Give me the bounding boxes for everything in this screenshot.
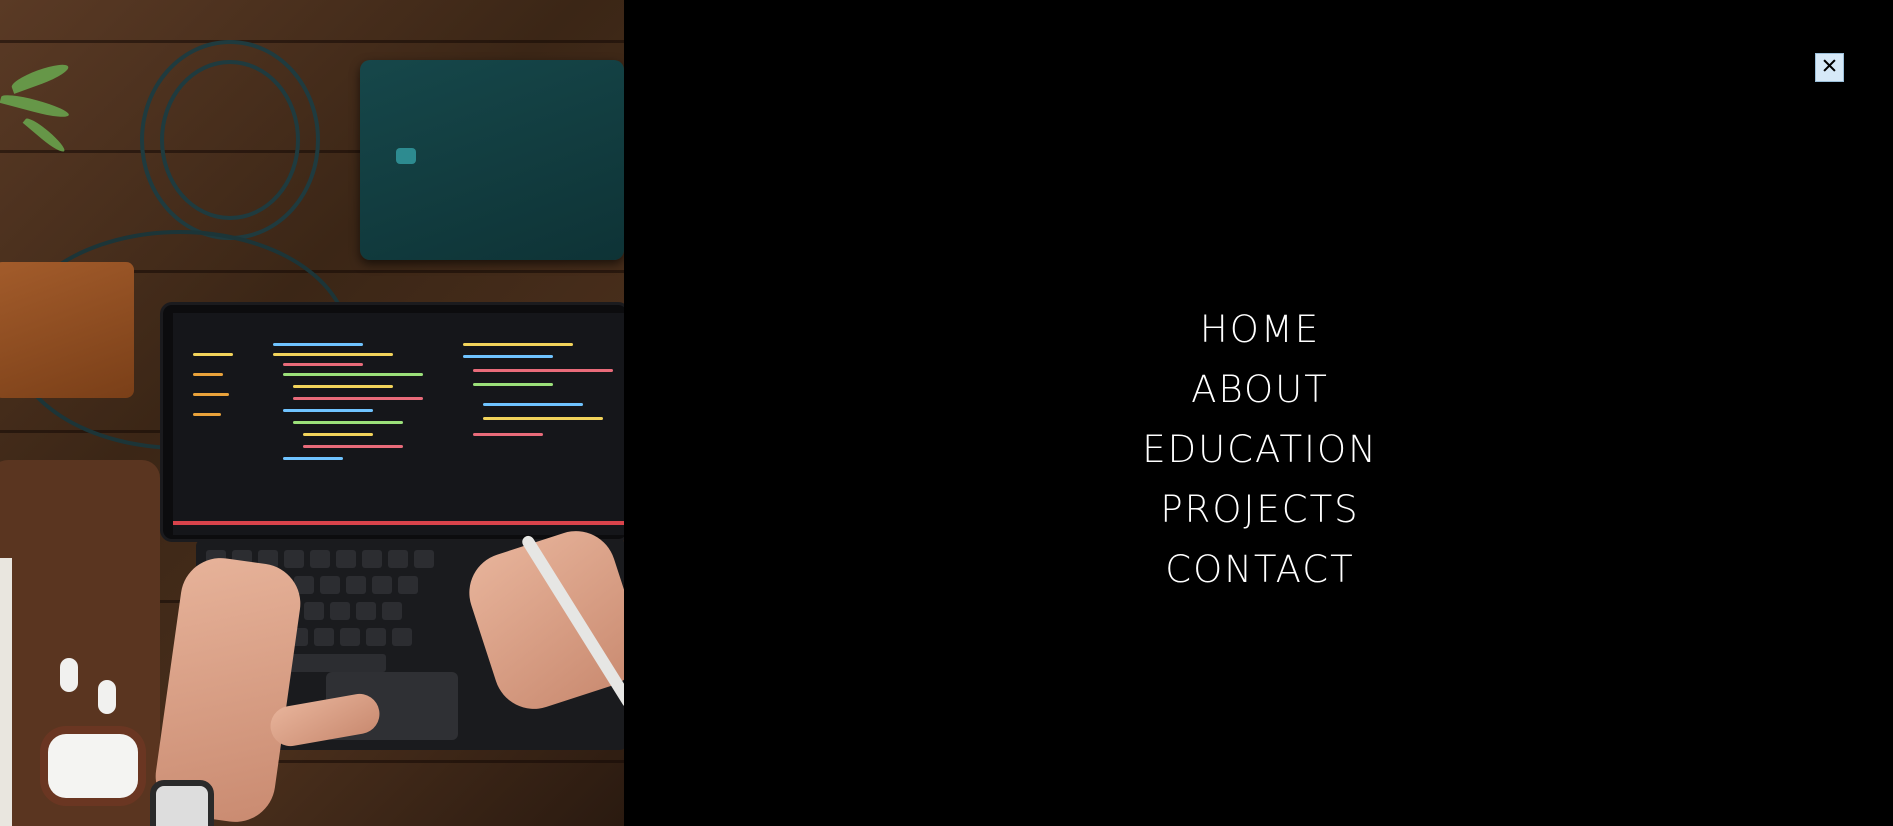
nav-item-projects[interactable]: PROJECTS — [1160, 480, 1359, 540]
main-navigation: HOME ABOUT EDUCATION PROJECTS CONTACT — [1060, 300, 1460, 600]
nav-item-contact[interactable]: CONTACT — [1165, 540, 1354, 600]
smartwatch — [150, 780, 214, 826]
external-drive — [360, 60, 624, 260]
leather-wallet — [0, 262, 134, 398]
nav-item-education[interactable]: EDUCATION — [1142, 420, 1378, 480]
nav-item-about[interactable]: ABOUT — [1191, 360, 1329, 420]
earbuds-case — [48, 734, 138, 798]
close-button[interactable] — [1815, 53, 1844, 82]
close-icon — [1822, 58, 1837, 77]
tablet — [160, 302, 624, 542]
workspace-photo — [0, 0, 624, 826]
nav-item-home[interactable]: HOME — [1200, 300, 1320, 360]
